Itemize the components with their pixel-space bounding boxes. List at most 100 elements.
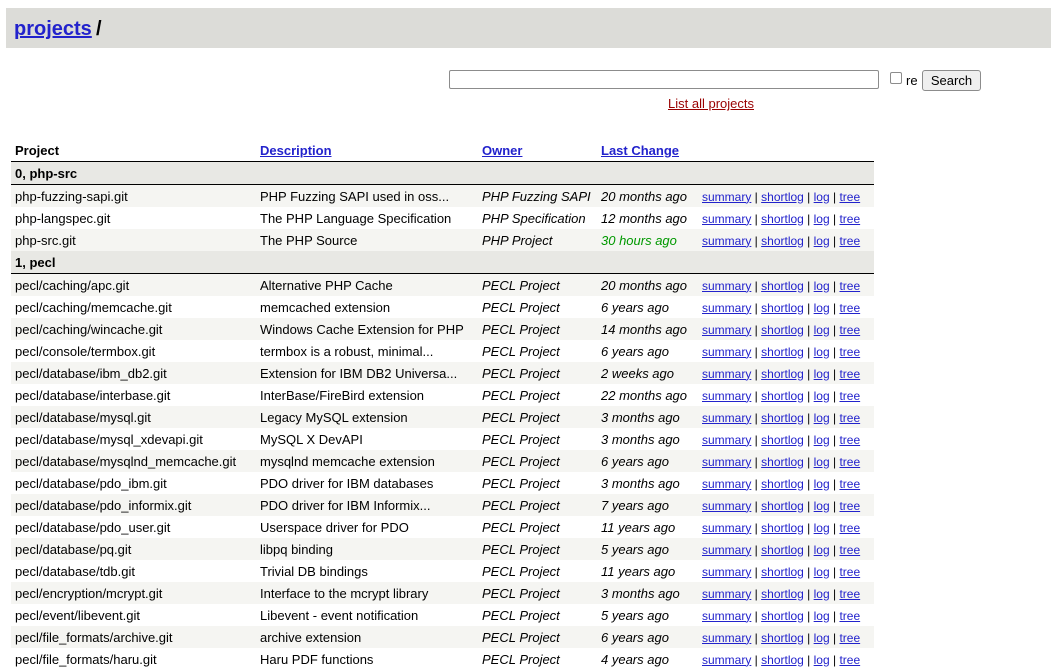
project-name[interactable]: pecl/database/mysql_xdevapi.git (11, 428, 256, 450)
tree-link[interactable]: tree (839, 301, 860, 315)
summary-link[interactable]: summary (702, 345, 751, 359)
project-name[interactable]: pecl/database/pdo_ibm.git (11, 472, 256, 494)
log-link[interactable]: log (814, 631, 830, 645)
shortlog-link[interactable]: shortlog (761, 521, 804, 535)
tree-link[interactable]: tree (839, 279, 860, 293)
summary-link[interactable]: summary (702, 609, 751, 623)
summary-link[interactable]: summary (702, 212, 751, 226)
tree-link[interactable]: tree (839, 190, 860, 204)
log-link[interactable]: log (814, 477, 830, 491)
summary-link[interactable]: summary (702, 433, 751, 447)
project-name[interactable]: pecl/database/mysqlnd_memcache.git (11, 450, 256, 472)
summary-link[interactable]: summary (702, 521, 751, 535)
tree-link[interactable]: tree (839, 323, 860, 337)
tree-link[interactable]: tree (839, 212, 860, 226)
log-link[interactable]: log (814, 301, 830, 315)
summary-link[interactable]: summary (702, 653, 751, 667)
tree-link[interactable]: tree (839, 411, 860, 425)
project-name[interactable]: pecl/database/interbase.git (11, 384, 256, 406)
shortlog-link[interactable]: shortlog (761, 433, 804, 447)
tree-link[interactable]: tree (839, 631, 860, 645)
project-name[interactable]: php-src.git (11, 229, 256, 251)
summary-link[interactable]: summary (702, 543, 751, 557)
summary-link[interactable]: summary (702, 499, 751, 513)
project-name[interactable]: pecl/console/termbox.git (11, 340, 256, 362)
log-link[interactable]: log (814, 411, 830, 425)
regex-checkbox[interactable] (890, 72, 902, 84)
summary-link[interactable]: summary (702, 234, 751, 248)
project-name[interactable]: pecl/file_formats/haru.git (11, 648, 256, 670)
project-name[interactable]: pecl/caching/wincache.git (11, 318, 256, 340)
shortlog-link[interactable]: shortlog (761, 212, 804, 226)
project-name[interactable]: php-langspec.git (11, 207, 256, 229)
log-link[interactable]: log (814, 190, 830, 204)
log-link[interactable]: log (814, 455, 830, 469)
project-name[interactable]: pecl/database/tdb.git (11, 560, 256, 582)
shortlog-link[interactable]: shortlog (761, 234, 804, 248)
shortlog-link[interactable]: shortlog (761, 279, 804, 293)
summary-link[interactable]: summary (702, 389, 751, 403)
summary-link[interactable]: summary (702, 323, 751, 337)
project-name[interactable]: pecl/file_formats/archive.git (11, 626, 256, 648)
tree-link[interactable]: tree (839, 477, 860, 491)
sort-by-description-link[interactable]: Description (260, 143, 332, 158)
summary-link[interactable]: summary (702, 587, 751, 601)
shortlog-link[interactable]: shortlog (761, 190, 804, 204)
shortlog-link[interactable]: shortlog (761, 565, 804, 579)
log-link[interactable]: log (814, 323, 830, 337)
shortlog-link[interactable]: shortlog (761, 345, 804, 359)
log-link[interactable]: log (814, 565, 830, 579)
project-name[interactable]: pecl/database/pq.git (11, 538, 256, 560)
shortlog-link[interactable]: shortlog (761, 323, 804, 337)
shortlog-link[interactable]: shortlog (761, 609, 804, 623)
projects-link[interactable]: projects (14, 18, 92, 41)
summary-link[interactable]: summary (702, 631, 751, 645)
shortlog-link[interactable]: shortlog (761, 543, 804, 557)
summary-link[interactable]: summary (702, 477, 751, 491)
log-link[interactable]: log (814, 587, 830, 601)
summary-link[interactable]: summary (702, 411, 751, 425)
summary-link[interactable]: summary (702, 279, 751, 293)
project-name[interactable]: pecl/encryption/mcrypt.git (11, 582, 256, 604)
log-link[interactable]: log (814, 499, 830, 513)
log-link[interactable]: log (814, 279, 830, 293)
summary-link[interactable]: summary (702, 301, 751, 315)
tree-link[interactable]: tree (839, 653, 860, 667)
shortlog-link[interactable]: shortlog (761, 653, 804, 667)
log-link[interactable]: log (814, 367, 830, 381)
summary-link[interactable]: summary (702, 455, 751, 469)
log-link[interactable]: log (814, 521, 830, 535)
tree-link[interactable]: tree (839, 234, 860, 248)
log-link[interactable]: log (814, 543, 830, 557)
tree-link[interactable]: tree (839, 433, 860, 447)
tree-link[interactable]: tree (839, 455, 860, 469)
log-link[interactable]: log (814, 212, 830, 226)
shortlog-link[interactable]: shortlog (761, 367, 804, 381)
shortlog-link[interactable]: shortlog (761, 455, 804, 469)
shortlog-link[interactable]: shortlog (761, 499, 804, 513)
search-input[interactable] (449, 70, 879, 89)
log-link[interactable]: log (814, 653, 830, 667)
shortlog-link[interactable]: shortlog (761, 631, 804, 645)
project-name[interactable]: pecl/caching/apc.git (11, 273, 256, 296)
tree-link[interactable]: tree (839, 609, 860, 623)
list-all-projects-link[interactable]: List all projects (668, 96, 754, 111)
log-link[interactable]: log (814, 433, 830, 447)
summary-link[interactable]: summary (702, 565, 751, 579)
log-link[interactable]: log (814, 234, 830, 248)
tree-link[interactable]: tree (839, 345, 860, 359)
shortlog-link[interactable]: shortlog (761, 301, 804, 315)
log-link[interactable]: log (814, 389, 830, 403)
project-name[interactable]: pecl/database/pdo_informix.git (11, 494, 256, 516)
project-name[interactable]: pecl/database/ibm_db2.git (11, 362, 256, 384)
tree-link[interactable]: tree (839, 587, 860, 601)
tree-link[interactable]: tree (839, 565, 860, 579)
tree-link[interactable]: tree (839, 543, 860, 557)
sort-by-last-change-link[interactable]: Last Change (601, 143, 679, 158)
tree-link[interactable]: tree (839, 499, 860, 513)
project-name[interactable]: pecl/event/libevent.git (11, 604, 256, 626)
summary-link[interactable]: summary (702, 367, 751, 381)
shortlog-link[interactable]: shortlog (761, 389, 804, 403)
project-name[interactable]: pecl/database/pdo_user.git (11, 516, 256, 538)
shortlog-link[interactable]: shortlog (761, 477, 804, 491)
